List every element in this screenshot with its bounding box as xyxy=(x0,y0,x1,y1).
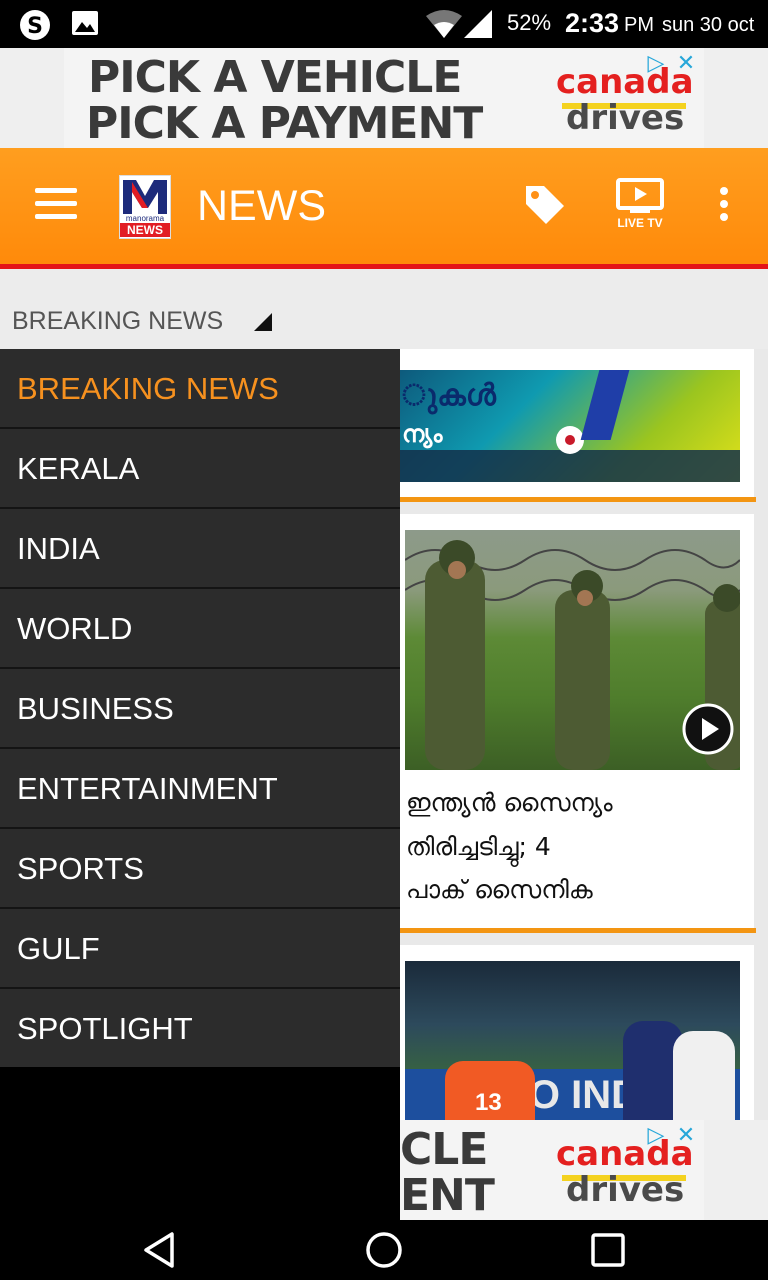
news-card-3[interactable]: RO INDIAN 13 xyxy=(400,945,754,1120)
card-divider xyxy=(400,928,756,933)
clock-time: 2:33 xyxy=(565,8,620,38)
status-date: sun 30 oct xyxy=(662,14,755,36)
logo-bottom-text: NEWS xyxy=(120,223,170,237)
status-bar: S 52% 2:33 PM sun 30 oct xyxy=(0,0,768,48)
ad-headline-2: PICK A PAYMENT xyxy=(86,98,483,148)
news-card-2-image xyxy=(405,530,740,770)
page-title: NEWS xyxy=(197,182,326,230)
gallery-icon xyxy=(70,8,102,40)
jersey-number: 13 xyxy=(475,1089,502,1116)
category-selected: BREAKING NEWS xyxy=(12,307,224,335)
svg-text:S: S xyxy=(27,14,43,39)
clock-ampm: PM xyxy=(624,14,654,36)
close-icon[interactable]: ✕ xyxy=(672,1122,700,1148)
adchoices-icon[interactable]: ▷ xyxy=(642,50,670,76)
manorama-news-logo: manorama NEWS xyxy=(119,175,171,239)
category-drawer: BREAKING NEWS KERALA INDIA WORLD BUSINES… xyxy=(0,349,400,1067)
play-video-icon[interactable] xyxy=(682,703,734,755)
logo-top-text: manorama xyxy=(125,214,165,223)
card-1-image-text-2: ന്യം xyxy=(402,420,443,448)
ad-bottom-headline-2: ENT xyxy=(400,1170,495,1220)
drawer-item-sports[interactable]: SPORTS xyxy=(0,829,400,909)
drawer-item-spotlight[interactable]: SPOTLIGHT xyxy=(0,989,400,1067)
drawer-item-entertainment[interactable]: ENTERTAINMENT xyxy=(0,749,400,829)
card-1-image-text-1: ുകൾ xyxy=(402,378,496,413)
adchoices-icon[interactable]: ▷ xyxy=(642,1122,670,1148)
wifi-icon xyxy=(424,8,464,40)
category-bar: BREAKING NEWS xyxy=(0,269,768,349)
drawer-item-world[interactable]: WORLD xyxy=(0,589,400,669)
card-divider xyxy=(400,497,756,502)
signal-icon xyxy=(462,8,494,40)
headline-line-2: തിരിച്ചടിച്ചു; 4 xyxy=(406,832,551,861)
app-header: NEWS LIVE TV xyxy=(0,148,768,264)
headline-line-1: ഇന്ത്യൻ സൈന്യം xyxy=(406,788,613,817)
tv-icon xyxy=(616,178,664,213)
drawer-item-business[interactable]: BUSINESS xyxy=(0,669,400,749)
drawer-item-gulf[interactable]: GULF xyxy=(0,909,400,989)
live-tv-label: LIVE TV xyxy=(617,216,663,230)
drawer-item-label: BUSINESS xyxy=(17,691,174,726)
tag-icon[interactable] xyxy=(522,182,566,226)
ad-bottom-headline-1: CLE xyxy=(400,1124,488,1175)
news-card-1[interactable]: ുകൾ ന്യം xyxy=(400,349,754,497)
headline-line-3: പാക് സൈനിക xyxy=(406,875,593,904)
bottom-ad-banner[interactable]: CLE ENT canada drives ▷ ✕ xyxy=(400,1120,768,1220)
drawer-item-label: SPORTS xyxy=(17,851,144,886)
ad-brand-sub: drives xyxy=(566,98,685,138)
drawer-item-kerala[interactable]: KERALA xyxy=(0,429,400,509)
drawer-item-label: ENTERTAINMENT xyxy=(17,771,278,806)
top-ad-banner[interactable]: PICK A VEHICLE PICK A PAYMENT canada dri… xyxy=(0,48,768,148)
drawer-item-india[interactable]: INDIA xyxy=(0,509,400,589)
back-icon[interactable] xyxy=(140,1230,180,1270)
news-card-2[interactable]: ഇന്ത്യൻ സൈന്യം തിരിച്ചടിച്ചു; 4 പാക് സൈന… xyxy=(400,514,754,928)
drawer-item-label: SPOTLIGHT xyxy=(17,1011,193,1046)
home-icon[interactable] xyxy=(364,1230,404,1270)
ad-headline-1: PICK A VEHICLE xyxy=(88,52,462,103)
drawer-item-label: INDIA xyxy=(17,531,100,566)
overflow-menu-icon[interactable] xyxy=(714,186,734,226)
drawer-item-breaking-news[interactable]: BREAKING NEWS xyxy=(0,349,400,429)
drawer-item-label: BREAKING NEWS xyxy=(17,371,279,406)
news-card-1-image: ുകൾ ന്യം xyxy=(400,370,740,482)
drawer-item-label: KERALA xyxy=(17,451,140,486)
drawer-item-label: GULF xyxy=(17,931,100,966)
dropdown-triangle-icon xyxy=(254,313,272,331)
battery-percent: 52% xyxy=(507,10,552,35)
system-nav-bar xyxy=(0,1220,768,1280)
drawer-item-label: WORLD xyxy=(17,611,133,646)
news-card-3-image: RO INDIAN 13 xyxy=(405,961,740,1120)
category-dropdown[interactable]: BREAKING NEWS xyxy=(12,305,282,339)
close-icon[interactable]: ✕ xyxy=(672,50,700,76)
skype-icon: S xyxy=(18,8,50,40)
drawer-empty-area xyxy=(0,1067,400,1220)
live-tv-button[interactable]: LIVE TV xyxy=(612,178,668,232)
menu-icon[interactable] xyxy=(35,188,77,220)
recents-icon[interactable] xyxy=(590,1232,626,1268)
ad-bottom-brand-sub: drives xyxy=(566,1170,685,1210)
